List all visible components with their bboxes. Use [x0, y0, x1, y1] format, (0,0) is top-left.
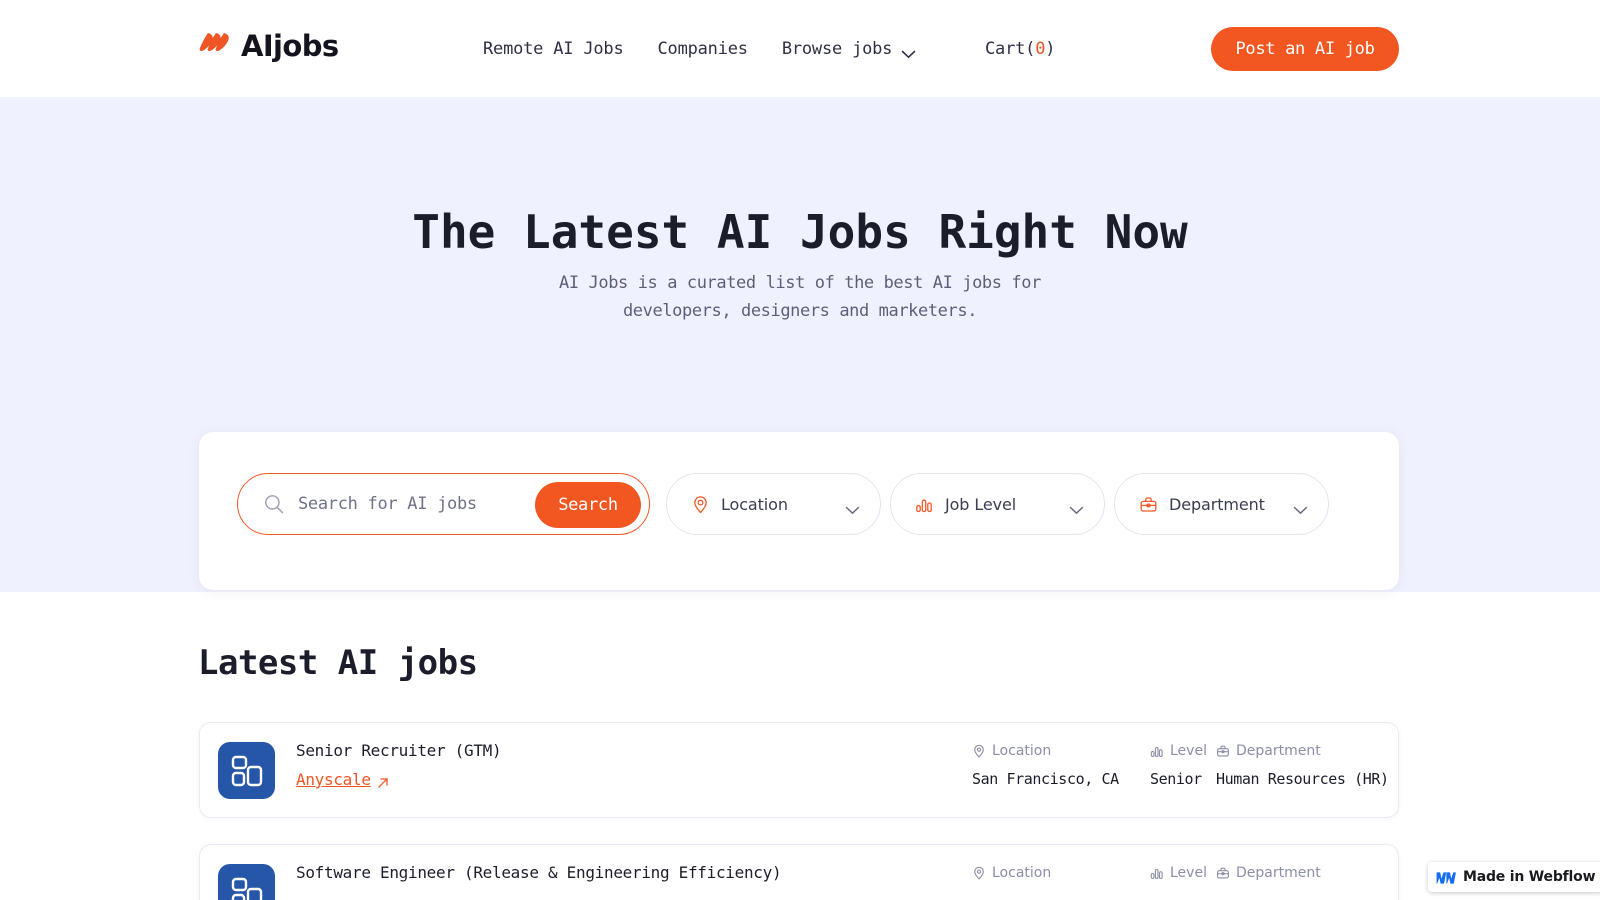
aijobs-wave-logo-icon — [198, 31, 232, 61]
nav-item-remote-ai-jobs[interactable]: Remote AI Jobs — [483, 39, 624, 59]
job-meta-department: Department Human Resources (HR) — [1216, 741, 1391, 788]
job-meta-department-label: Department — [1236, 865, 1321, 881]
filter-job-level-label: Job Level — [945, 494, 1017, 514]
map-pin-icon — [972, 744, 986, 758]
made-in-webflow-badge[interactable]: Made in Webflow — [1428, 862, 1600, 892]
bar-chart-icon — [1150, 866, 1164, 880]
map-pin-icon — [972, 866, 986, 880]
filter-group: Location Job Level Department — [666, 473, 1329, 535]
job-meta-department-label: Department — [1236, 743, 1321, 759]
company-name: Anyscale — [296, 770, 371, 789]
nav-item-browse-jobs[interactable]: Browse jobs — [782, 39, 916, 59]
filter-department[interactable]: Department — [1114, 473, 1329, 535]
company-logo-icon — [218, 864, 275, 900]
company-link[interactable]: Anyscale — [296, 770, 389, 789]
nav-item-companies[interactable]: Companies — [658, 39, 749, 59]
job-meta-department-head: Department — [1216, 863, 1391, 883]
chevron-down-icon — [845, 500, 860, 514]
cart-link[interactable]: Cart(0) — [985, 0, 1055, 97]
job-meta-level-label: Level — [1170, 743, 1207, 759]
job-department-value: Human Resources (HR) — [1216, 770, 1389, 788]
job-meta-level-label: Level — [1170, 865, 1207, 881]
job-meta-location-label: Location — [992, 743, 1052, 759]
job-meta-department-head: Department — [1216, 741, 1391, 761]
chevron-down-icon — [1069, 500, 1084, 514]
job-meta: Location San Francisco, CA Level Senior … — [972, 741, 1391, 788]
filter-location[interactable]: Location — [666, 473, 881, 535]
latest-jobs-heading: Latest AI jobs — [198, 643, 478, 683]
chevron-down-icon — [901, 44, 916, 59]
job-meta: Location Level Department — [972, 863, 1391, 892]
search-button[interactable]: Search — [535, 482, 641, 528]
search-card: Search Location — [199, 432, 1399, 590]
hero-subtitle: AI Jobs is a curated list of the best AI… — [559, 273, 1041, 321]
briefcase-icon — [1216, 866, 1230, 880]
job-meta-level-head: Level — [1150, 863, 1216, 883]
chevron-down-icon — [1293, 500, 1308, 514]
job-card[interactable]: Senior Recruiter (GTM) Anyscale Location… — [199, 722, 1399, 818]
job-title: Senior Recruiter (GTM) — [296, 741, 502, 760]
bar-chart-icon — [1150, 744, 1164, 758]
filter-location-label: Location — [721, 494, 788, 514]
briefcase-icon — [1139, 495, 1158, 514]
brand-logo[interactable]: AIjobs — [198, 31, 339, 61]
job-meta-department: Department — [1216, 863, 1391, 892]
company-logo-icon — [218, 742, 275, 799]
job-meta-location-head: Location — [972, 741, 1150, 761]
nav-item-browse-jobs-label: Browse jobs — [781, 38, 893, 59]
map-pin-icon — [691, 495, 710, 514]
filter-department-label: Department — [1169, 494, 1265, 514]
search-field-wrapper[interactable]: Search — [237, 473, 650, 535]
job-meta-location-label: Location — [992, 865, 1052, 881]
job-card-main: Software Engineer (Release & Engineering… — [296, 862, 782, 884]
cart-label-prefix: Cart( — [985, 38, 1036, 59]
job-meta-location: Location — [972, 863, 1150, 892]
site-header: AIjobs Remote AI Jobs Companies Browse j… — [0, 0, 1600, 97]
job-meta-level-head: Level — [1150, 741, 1216, 761]
cart-label-suffix: ) — [1045, 38, 1056, 59]
main-nav: Remote AI Jobs Companies Browse jobs — [483, 0, 916, 97]
job-level-value: Senior — [1150, 770, 1202, 788]
made-in-webflow-label: Made in Webflow — [1463, 869, 1596, 885]
job-meta-level: Level — [1150, 863, 1216, 892]
external-link-arrow-icon — [377, 774, 389, 788]
job-card-main: Senior Recruiter (GTM) Anyscale — [296, 740, 502, 789]
webflow-logo-icon — [1436, 870, 1456, 884]
job-meta-location: Location San Francisco, CA — [972, 741, 1150, 788]
job-title: Software Engineer (Release & Engineering… — [296, 863, 782, 882]
briefcase-icon — [1216, 744, 1230, 758]
job-meta-location-head: Location — [972, 863, 1150, 883]
magnifier-icon — [264, 494, 284, 514]
brand-name: AIjobs — [241, 28, 339, 63]
job-location-value: San Francisco, CA — [972, 770, 1119, 788]
post-an-ai-job-button[interactable]: Post an AI job — [1211, 27, 1399, 71]
cart-count: 0 — [1035, 38, 1046, 59]
bar-chart-icon — [915, 495, 934, 514]
job-card[interactable]: Software Engineer (Release & Engineering… — [199, 844, 1399, 900]
page-title: The Latest AI Jobs Right Now — [412, 205, 1188, 259]
job-meta-level: Level Senior — [1150, 741, 1216, 788]
filter-job-level[interactable]: Job Level — [890, 473, 1105, 535]
